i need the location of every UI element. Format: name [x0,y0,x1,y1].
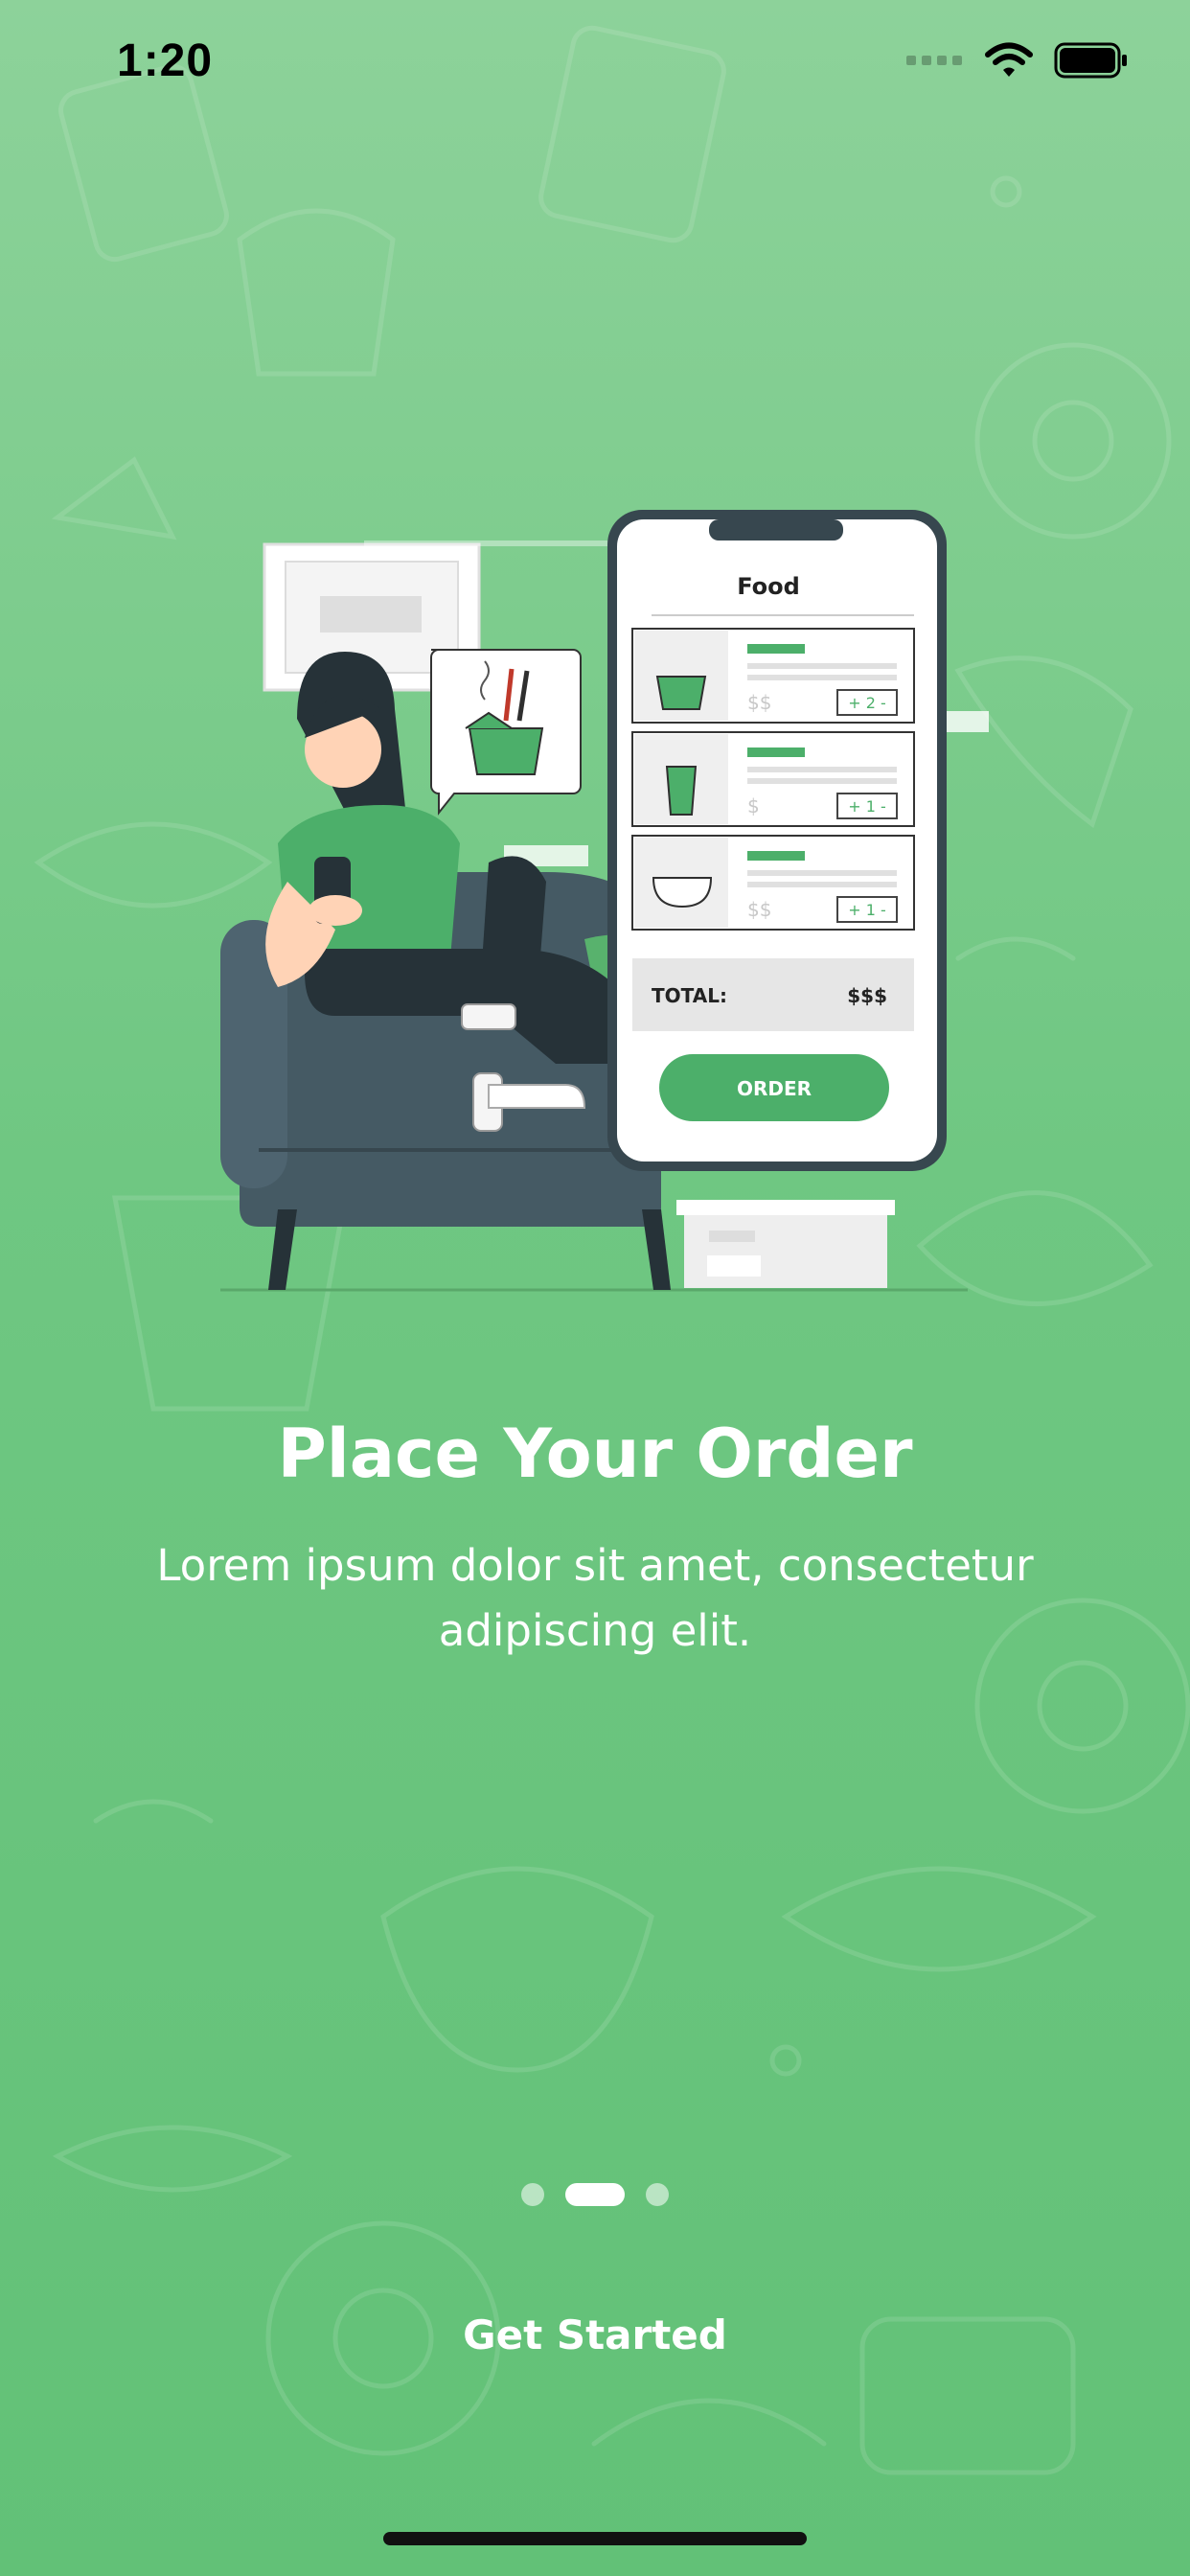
item-price: $$ [747,691,771,714]
total-label: TOTAL: [652,984,727,1007]
phone-order-item: $$ + 2 - [631,628,915,724]
onboarding-title: Place Your Order [277,1414,913,1493]
onboarding-subtitle: Lorem ipsum dolor sit amet, consectetur … [156,1540,1034,1656]
drink-cup-icon [665,766,698,816]
item-qty: + 2 - [848,694,886,712]
speech-bubble [430,649,582,816]
phone-header: Food [737,573,800,600]
battery-icon [1054,42,1127,79]
page-dot-active[interactable] [565,2183,625,2206]
home-indicator[interactable] [383,2532,807,2545]
item-price: $ [747,794,760,817]
order-illustration: Food $$ + 2 - $ + 1 - $$ + 1 - TOTAL: $$… [220,510,989,1292]
order-button-label: ORDER [737,1077,812,1100]
signal-icon [906,56,962,65]
item-price: $$ [747,898,771,921]
phone-mockup: Food $$ + 2 - $ + 1 - $$ + 1 - TOTAL: $$… [607,510,947,1171]
wifi-icon [985,42,1033,77]
page-dot[interactable] [646,2183,669,2206]
get-started-button[interactable]: Get Started [355,2296,835,2373]
page-dot[interactable] [521,2183,544,2206]
takeout-box-icon [655,676,707,710]
item-qty: + 1 - [848,797,886,816]
page-indicator[interactable] [0,2183,1190,2206]
total-value: $$$ [847,984,887,1007]
status-icons [906,42,1129,79]
item-qty: + 1 - [848,901,886,919]
phone-order-item: $ + 1 - [631,731,915,827]
status-time: 1:20 [117,35,214,86]
phone-order-item: $$ + 1 - [631,835,915,931]
cardboard-box [676,1200,895,1288]
